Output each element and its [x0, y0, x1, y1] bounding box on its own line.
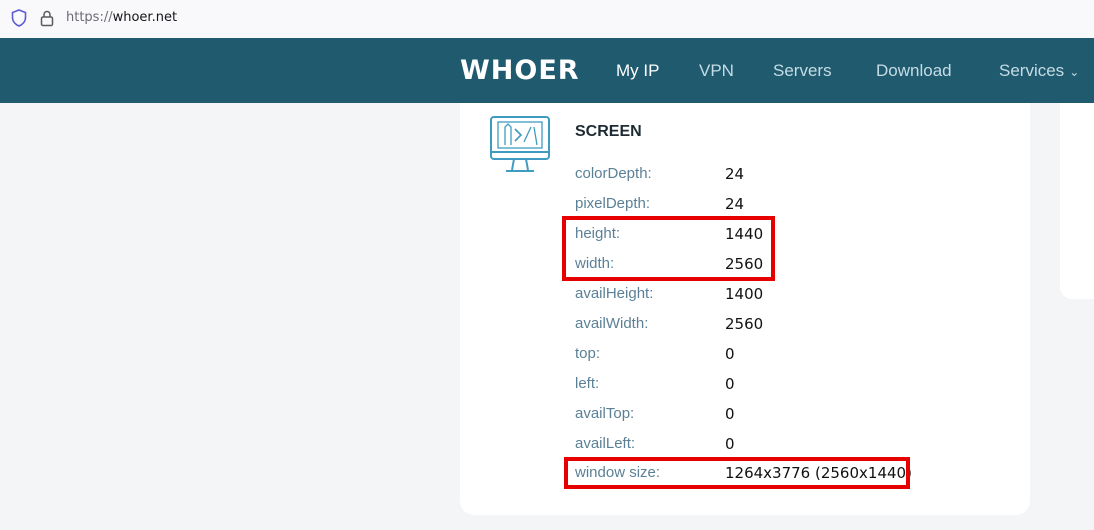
lock-icon[interactable] [40, 9, 54, 31]
chevron-down-icon: ⌄ [1069, 65, 1080, 79]
row-avail-width: availWidth: 2560 [575, 315, 1015, 345]
row-color-depth: colorDepth: 24 [575, 165, 1015, 195]
row-key: colorDepth: [575, 165, 652, 182]
row-key: left: [575, 375, 600, 392]
monitor-icon [489, 115, 551, 179]
nav-services[interactable]: Services ⌄ [999, 61, 1079, 81]
row-value: 24 [725, 195, 745, 213]
row-value: 1400 [725, 285, 764, 303]
row-value: 0 [725, 345, 735, 363]
nav-servers[interactable]: Servers [773, 61, 832, 81]
screen-info-card: SCREEN colorDepth: 24 pixelDepth: 24 heigh… [460, 103, 1030, 515]
row-key: availTop: [575, 405, 635, 422]
url-text[interactable]: https://whoer.net [66, 10, 177, 25]
url-scheme: https:// [66, 10, 113, 25]
row-left: left: 0 [575, 375, 1015, 405]
nav-download[interactable]: Download [876, 61, 952, 81]
row-avail-height: availHeight: 1400 [575, 285, 1015, 315]
browser-address-bar[interactable]: https://whoer.net [0, 0, 1094, 39]
nav-vpn[interactable]: VPN [699, 61, 734, 81]
url-host: whoer.net [112, 10, 178, 25]
tracking-protection-shield-icon[interactable] [11, 9, 27, 31]
row-key: pixelDepth: [575, 195, 651, 212]
top-navigation: WHOER My IP VPN Servers Download Service… [0, 38, 1094, 103]
row-key: availWidth: [575, 315, 649, 332]
row-value: 2560 [725, 315, 764, 333]
row-key: top: [575, 345, 601, 362]
row-top: top: 0 [575, 345, 1015, 375]
row-value: 0 [725, 405, 735, 423]
row-value: 0 [725, 435, 735, 453]
highlight-box-height-width [562, 216, 775, 281]
row-value: 24 [725, 165, 745, 183]
whoer-logo[interactable]: WHOER [460, 55, 580, 86]
row-value: 0 [725, 375, 735, 393]
row-key: availLeft: [575, 435, 636, 452]
row-avail-top: availTop: 0 [575, 405, 1015, 435]
nav-services-label: Services [999, 61, 1065, 80]
section-title: SCREEN [575, 123, 642, 140]
highlight-box-window-size [564, 457, 910, 489]
side-panel [1060, 103, 1094, 299]
row-key: availHeight: [575, 285, 654, 302]
nav-my-ip[interactable]: My IP [616, 61, 659, 81]
